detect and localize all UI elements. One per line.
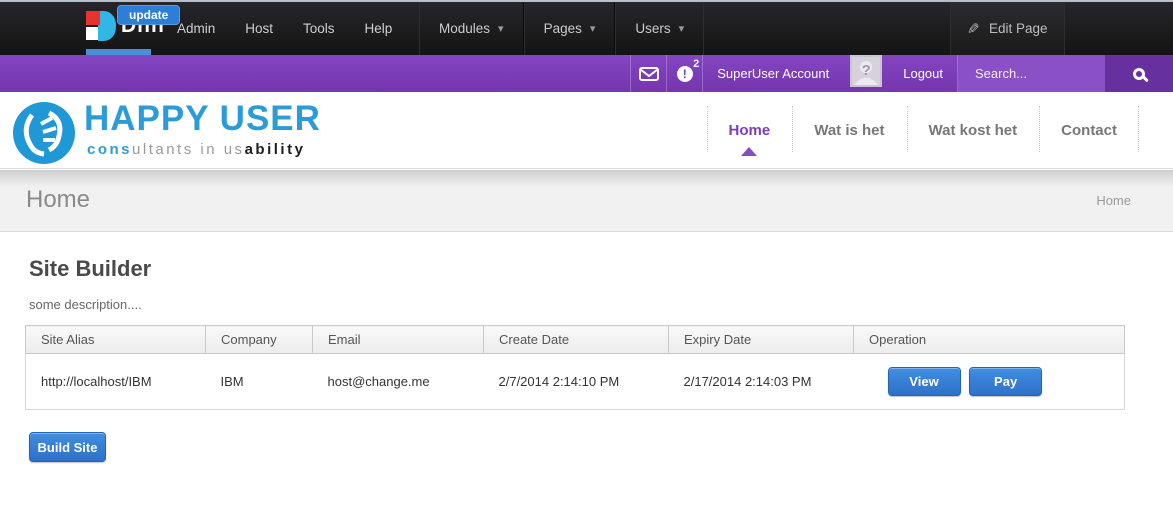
menu-dropdown-pages[interactable]: Pages ▾ bbox=[524, 2, 616, 55]
nav-item-wat-is-het[interactable]: Wat is het bbox=[792, 92, 906, 168]
breadcrumb-bar: Home Home bbox=[0, 170, 1173, 232]
search-button[interactable] bbox=[1105, 55, 1173, 92]
logout-link[interactable]: Logout bbox=[889, 55, 957, 92]
chevron-down-icon: ▾ bbox=[590, 22, 596, 35]
avatar[interactable]: ? bbox=[850, 55, 882, 87]
menu-dropdown-users[interactable]: Users ▾ bbox=[615, 2, 704, 55]
menu-item-tools[interactable]: Tools bbox=[288, 2, 350, 55]
edit-page-button[interactable]: ✎ Edit Page bbox=[950, 2, 1065, 55]
build-site-button[interactable]: Build Site bbox=[29, 432, 106, 462]
chevron-down-icon: ▾ bbox=[679, 22, 685, 35]
nav-item-contact-label: Contact bbox=[1061, 122, 1117, 139]
messages-button[interactable] bbox=[631, 55, 666, 92]
nav-item-home-label: Home bbox=[729, 122, 771, 139]
dnn-admin-bar: Dnn update Admin Host Tools Help Modules… bbox=[0, 2, 1173, 55]
cell-expiry-date: 2/17/2014 2:14:03 PM bbox=[669, 354, 854, 410]
menu-item-host[interactable]: Host bbox=[230, 2, 288, 55]
menu-item-help[interactable]: Help bbox=[350, 2, 408, 55]
update-badge[interactable]: update bbox=[117, 5, 180, 25]
notifications-button[interactable]: ! 2 bbox=[667, 55, 702, 92]
column-header-company: Company bbox=[206, 326, 313, 354]
mail-icon bbox=[639, 67, 659, 81]
account-link[interactable]: SuperUser Account bbox=[703, 55, 843, 92]
chevron-down-icon: ▾ bbox=[498, 22, 504, 35]
happy-user-logo-icon bbox=[13, 102, 75, 164]
table-header-row: Site Alias Company Email Create Date Exp… bbox=[26, 326, 1125, 354]
content-menu: Modules ▾ Pages ▾ Users ▾ bbox=[419, 2, 704, 55]
table-row: http://localhost/IBM IBM host@change.me … bbox=[26, 354, 1125, 410]
active-tab-triangle-icon bbox=[741, 147, 757, 156]
nav-item-home[interactable]: Home bbox=[707, 92, 793, 168]
column-header-create-date: Create Date bbox=[484, 326, 669, 354]
menu-dropdown-users-label: Users bbox=[635, 21, 670, 36]
user-bar: ! 2 SuperUser Account ? Logout bbox=[0, 55, 1173, 92]
pay-button[interactable]: Pay bbox=[969, 367, 1042, 396]
notification-count-badge: 2 bbox=[693, 58, 699, 70]
operation-buttons: View Pay bbox=[888, 367, 1043, 396]
cell-site-alias: http://localhost/IBM bbox=[26, 354, 206, 410]
menu-dropdown-modules[interactable]: Modules ▾ bbox=[419, 2, 524, 55]
breadcrumb[interactable]: Home bbox=[1096, 193, 1131, 208]
site-tagline: consultants in usability bbox=[87, 141, 305, 158]
avatar-question-glyph: ? bbox=[862, 62, 871, 79]
tagline-mid: ultants in us bbox=[132, 141, 245, 158]
column-header-site-alias: Site Alias bbox=[26, 326, 206, 354]
nav-item-wat-kost-het[interactable]: Wat kost het bbox=[907, 92, 1040, 168]
dnn-logo-icon bbox=[86, 11, 116, 41]
cell-email: host@change.me bbox=[313, 354, 484, 410]
cell-operation: View Pay bbox=[854, 354, 1125, 410]
nav-item-wat-kost-het-label: Wat kost het bbox=[929, 122, 1018, 139]
sites-table: Site Alias Company Email Create Date Exp… bbox=[25, 325, 1125, 410]
main-content: Site Builder some description.... Site A… bbox=[0, 233, 1173, 530]
module-description: some description.... bbox=[29, 297, 142, 312]
page-title: Home bbox=[26, 186, 90, 214]
column-header-expiry-date: Expiry Date bbox=[669, 326, 854, 354]
alert-icon: ! bbox=[677, 66, 693, 82]
nav-item-wat-is-het-label: Wat is het bbox=[814, 122, 884, 139]
menu-dropdown-pages-label: Pages bbox=[544, 21, 582, 36]
user-bar-spacer bbox=[0, 55, 630, 92]
cell-company: IBM bbox=[206, 354, 313, 410]
edit-page-label: Edit Page bbox=[989, 21, 1048, 36]
column-header-operation: Operation bbox=[854, 326, 1125, 354]
cell-create-date: 2/7/2014 2:14:10 PM bbox=[484, 354, 669, 410]
site-header: HAPPY USER consultants in usability Home… bbox=[0, 92, 1173, 169]
tagline-tail: ability bbox=[245, 141, 306, 158]
main-nav: Home Wat is het Wat kost het Contact bbox=[707, 92, 1139, 168]
menu-dropdown-modules-label: Modules bbox=[439, 21, 490, 36]
tagline-lead: cons bbox=[87, 141, 132, 158]
nav-item-contact[interactable]: Contact bbox=[1039, 92, 1139, 168]
search-icon bbox=[1133, 68, 1145, 80]
module-heading: Site Builder bbox=[29, 256, 151, 282]
site-title[interactable]: HAPPY USER bbox=[84, 99, 321, 139]
column-header-email: Email bbox=[313, 326, 484, 354]
site-logo[interactable] bbox=[13, 102, 75, 169]
search-input[interactable] bbox=[958, 55, 1105, 92]
admin-menu: Admin Host Tools Help bbox=[162, 2, 407, 55]
pencil-icon: ✎ bbox=[967, 20, 980, 38]
view-button[interactable]: View bbox=[888, 367, 961, 396]
